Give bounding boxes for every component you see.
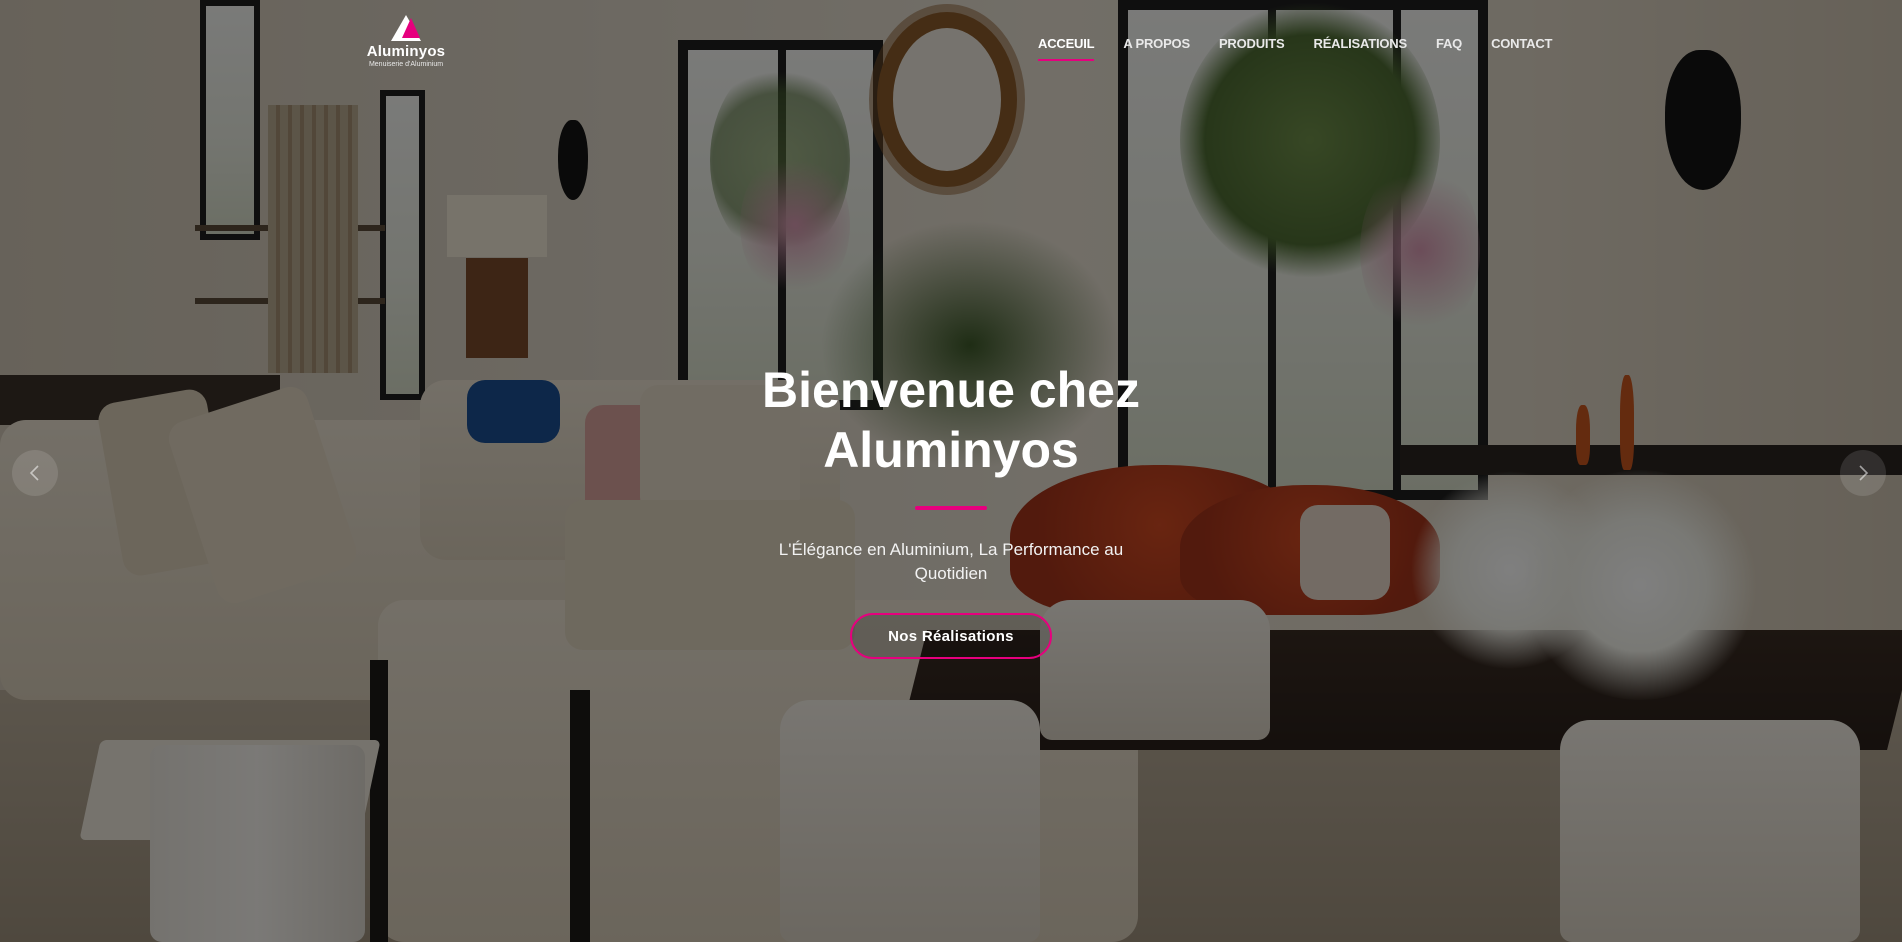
nav-item-contact[interactable]: CONTACT [1491, 36, 1552, 51]
carousel-prev-button[interactable] [12, 450, 58, 496]
brand-logo[interactable]: Aluminyos Menuiserie d'Aluminium [365, 15, 447, 75]
hero-title: Bienvenue chez Aluminyos [651, 360, 1251, 480]
main-navigation: ACCEUIL A PROPOS PRODUITS RÉALISATIONS F… [1038, 36, 1581, 61]
chevron-right-icon [1859, 465, 1869, 481]
hero-title-line-1: Bienvenue chez [762, 362, 1140, 418]
brand-name: Aluminyos [366, 43, 446, 60]
brand-tagline: Menuiserie d'Aluminium [368, 61, 444, 68]
nos-realisations-button[interactable]: Nos Réalisations [850, 613, 1052, 659]
carousel-next-button[interactable] [1840, 450, 1886, 496]
chevron-left-icon [29, 465, 39, 481]
nav-item-faq[interactable]: FAQ [1436, 36, 1462, 51]
nav-item-produits[interactable]: PRODUITS [1219, 36, 1285, 51]
nav-item-a-propos[interactable]: A PROPOS [1123, 36, 1190, 51]
title-divider [915, 506, 987, 510]
hero-title-line-2: Aluminyos [823, 422, 1079, 478]
nav-item-realisations[interactable]: RÉALISATIONS [1314, 36, 1408, 51]
logo-a-icon [391, 15, 421, 41]
hero-subtitle: L'Élégance en Aluminium, La Performance … [778, 540, 1124, 583]
nav-item-accueil[interactable]: ACCEUIL [1038, 36, 1095, 61]
hero-content: Bienvenue chez Aluminyos L'Élégance en A… [651, 360, 1251, 659]
